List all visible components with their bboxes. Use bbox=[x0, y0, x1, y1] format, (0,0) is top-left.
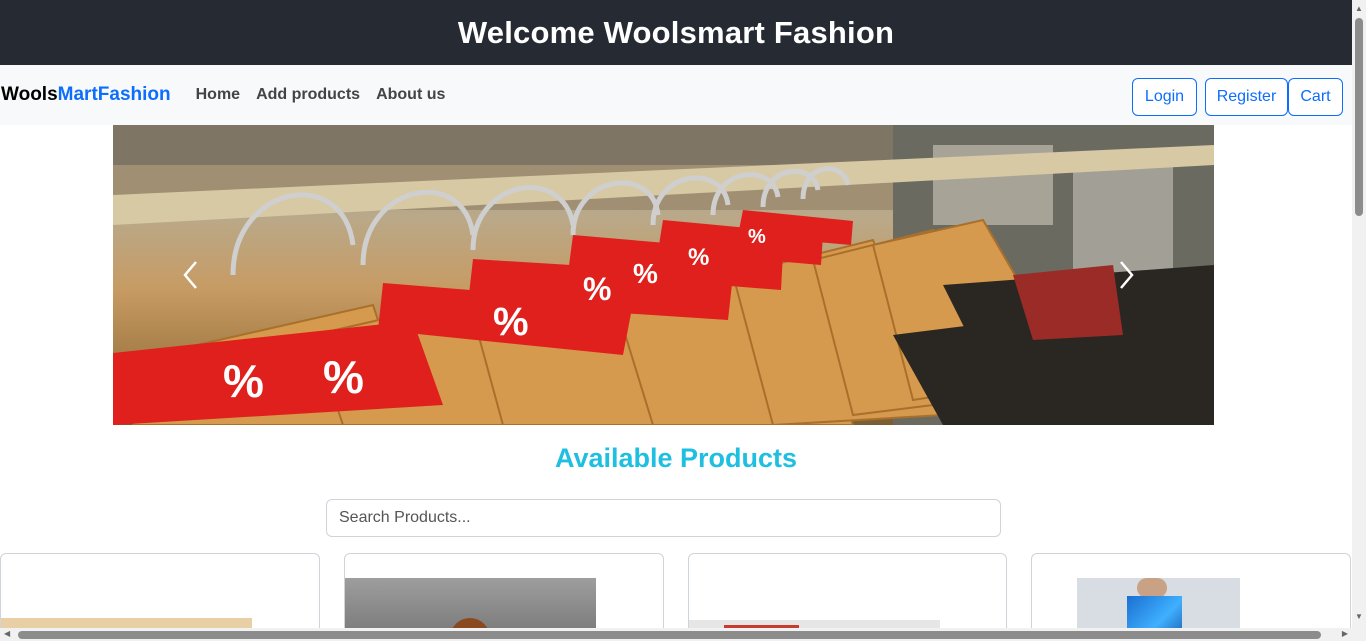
scroll-up-icon[interactable]: ▲ bbox=[1355, 4, 1363, 13]
brand-part-1: Wools bbox=[1, 84, 58, 105]
search-input[interactable] bbox=[326, 499, 1001, 537]
nav-link-add-products[interactable]: Add products bbox=[256, 86, 360, 104]
sale-tag-text: % bbox=[323, 351, 364, 403]
nav-link-home[interactable]: Home bbox=[196, 86, 240, 104]
banner-title: Welcome Woolsmart Fashion bbox=[457, 14, 895, 50]
sale-tag-text: % bbox=[583, 271, 611, 307]
nav-links: Home Add products About us bbox=[196, 86, 462, 104]
sale-tag-text: % bbox=[633, 258, 658, 289]
sale-tag-text: % bbox=[748, 226, 766, 248]
sale-tag-text: % bbox=[223, 355, 264, 407]
sale-tag-text: % bbox=[493, 300, 529, 344]
carousel-slide-image: % % % % % % % bbox=[113, 125, 1214, 425]
hero-carousel: % % % % % % % bbox=[113, 125, 1214, 425]
register-button[interactable]: Register bbox=[1205, 78, 1288, 116]
cart-button[interactable]: Cart bbox=[1288, 78, 1343, 116]
chevron-left-icon bbox=[183, 261, 197, 289]
brand-logo[interactable]: WoolsMartFashion bbox=[1, 84, 171, 106]
scroll-down-icon[interactable]: ▼ bbox=[1355, 612, 1363, 621]
section-title: Available Products bbox=[554, 443, 798, 473]
navbar: WoolsMartFashion Home Add products About… bbox=[0, 65, 1352, 125]
scroll-left-icon[interactable]: ◀ bbox=[4, 629, 10, 638]
carousel-prev-button[interactable] bbox=[181, 260, 211, 290]
scroll-right-icon[interactable]: ▶ bbox=[1342, 629, 1348, 638]
chevron-right-icon bbox=[1120, 261, 1134, 289]
login-button[interactable]: Login bbox=[1132, 78, 1197, 116]
nav-actions: Login Register Cart bbox=[1132, 78, 1343, 116]
vertical-scrollbar[interactable]: ▲ ▼ bbox=[1352, 0, 1366, 641]
sale-tag-text: % bbox=[688, 244, 709, 271]
vertical-scroll-thumb[interactable] bbox=[1355, 18, 1363, 216]
horizontal-scrollbar[interactable]: ◀ ▶ bbox=[0, 628, 1352, 641]
brand-part-2: MartFashion bbox=[57, 84, 171, 105]
horizontal-scroll-thumb[interactable] bbox=[18, 631, 1321, 639]
site-banner: Welcome Woolsmart Fashion bbox=[0, 0, 1352, 65]
carousel-next-button[interactable] bbox=[1116, 260, 1146, 290]
nav-link-about-us[interactable]: About us bbox=[376, 86, 445, 104]
